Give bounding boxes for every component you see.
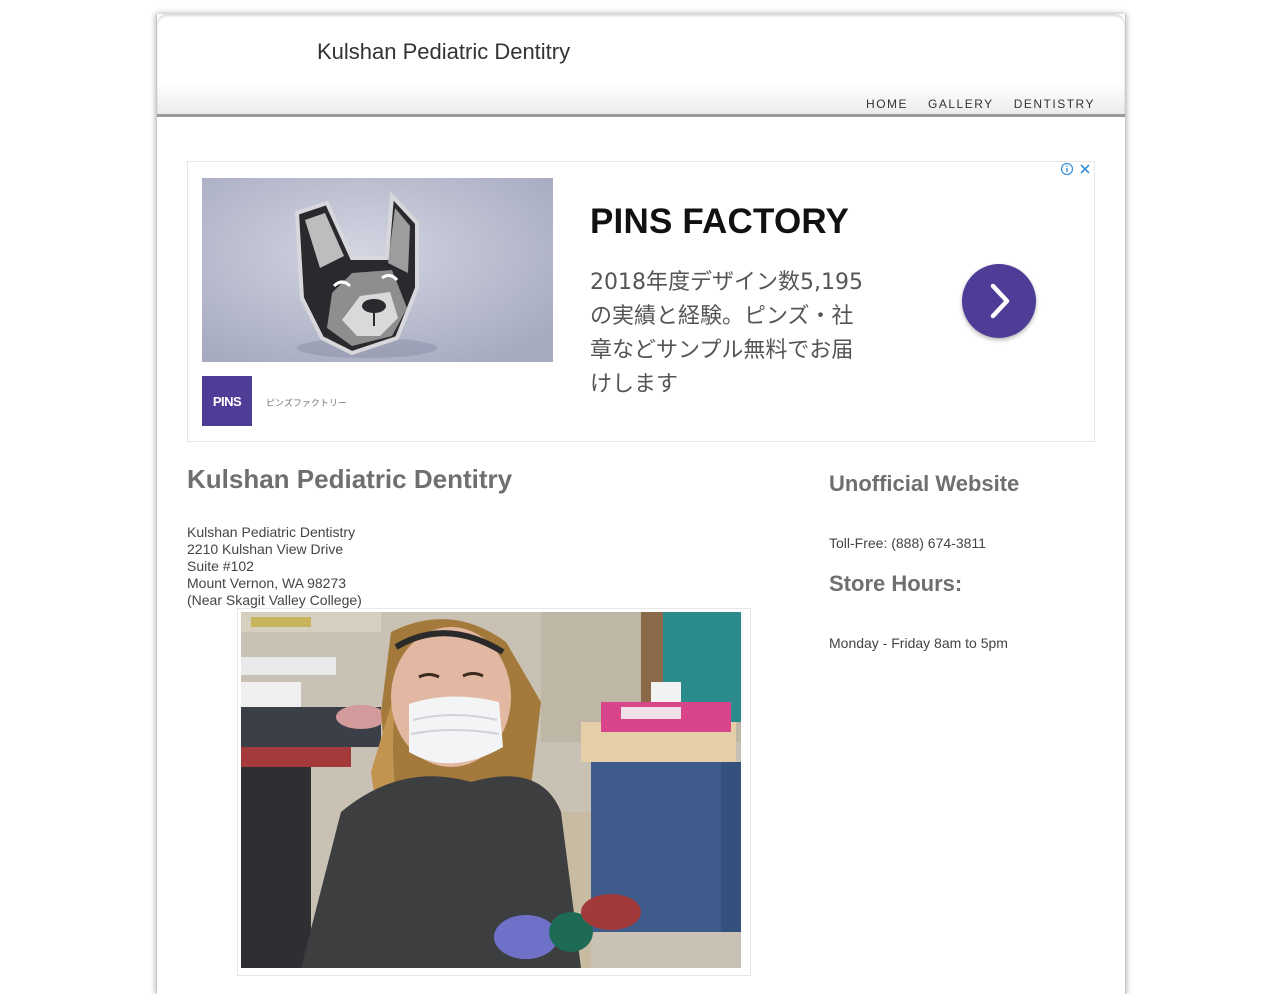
ad-logo-text: PINS [212, 393, 242, 409]
address-line: (Near Skagit Valley College) [187, 592, 362, 608]
ad-body-line: の実績と経験。ピンズ・社 [590, 304, 854, 329]
ad-cta-button[interactable] [962, 264, 1036, 338]
address-line: Suite #102 [187, 558, 254, 574]
chevron-right-icon [990, 283, 1010, 319]
ad-brand-name[interactable]: ピンズファクトリー [266, 396, 347, 409]
page-container: Kulshan Pediatric Dentitry HOME GALLERY … [156, 14, 1126, 994]
address-line: 2210 Kulshan View Drive [187, 541, 344, 557]
ad-body-line: 章などサンプル無料でお届 [590, 338, 854, 363]
nav-gallery[interactable]: GALLERY [928, 97, 994, 111]
store-hours-heading: Store Hours: [829, 571, 963, 596]
advertisement[interactable]: PINS ピンズファクトリー PINS FACTORY 2018年度デザイン数5… [187, 161, 1095, 442]
dental-assistant-photo [241, 612, 741, 968]
ad-headline[interactable]: PINS FACTORY [590, 202, 849, 242]
main-nav: HOME GALLERY DENTISTRY [866, 97, 1095, 111]
ad-body-line: けします [590, 372, 679, 397]
phone-number[interactable]: Toll-Free: (888) 674-3811 [829, 535, 986, 551]
address-line: Mount Vernon, WA 98273 [187, 575, 347, 591]
ad-body[interactable]: 2018年度デザイン数5,195 の実績と経験。ピンズ・社 章などサンプル無料で… [590, 266, 910, 402]
ad-logo[interactable]: PINS [202, 376, 252, 426]
site-header: Kulshan Pediatric Dentitry HOME GALLERY … [157, 14, 1125, 117]
close-icon[interactable] [1078, 162, 1092, 176]
info-icon[interactable] [1060, 162, 1074, 176]
ad-body-line: 2018年度デザイン数5,195 [590, 270, 863, 295]
site-title[interactable]: Kulshan Pediatric Dentitry [317, 39, 570, 65]
dog-pin-illustration [202, 178, 553, 362]
ad-image[interactable] [202, 178, 553, 362]
nav-dentistry[interactable]: DENTISTRY [1014, 97, 1095, 111]
nav-home[interactable]: HOME [866, 97, 908, 111]
store-hours: Monday - Friday 8am to 5pm [829, 635, 1008, 651]
office-photo [237, 608, 751, 976]
page-title: Kulshan Pediatric Dentitry [187, 464, 513, 494]
address-line: Kulshan Pediatric Dentistry [187, 524, 356, 540]
address-block: Kulshan Pediatric Dentistry 2210 Kulshan… [187, 524, 362, 609]
unofficial-heading: Unofficial Website [829, 471, 1020, 496]
